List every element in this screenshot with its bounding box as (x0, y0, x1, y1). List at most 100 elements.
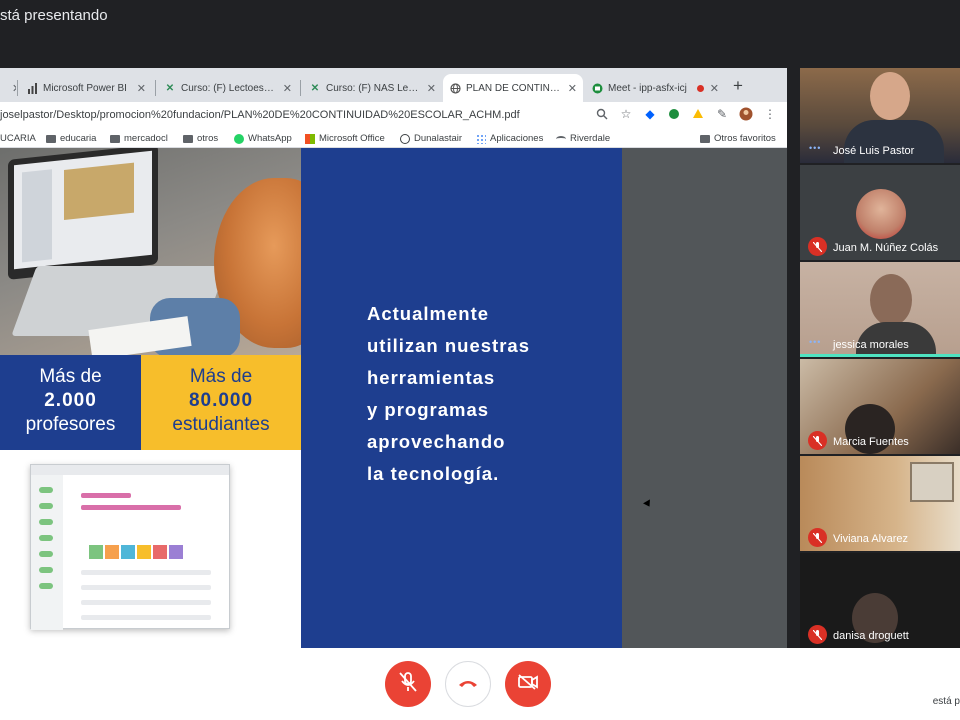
participant-name: José Luis Pastor (833, 145, 915, 157)
pdf-viewer[interactable]: Más de 2.000 profesores Más de 80.000 es… (0, 148, 787, 648)
wifi-icon (556, 135, 566, 142)
participants-panel: ••• José Luis Pastor Juan M. Núñez Colás… (800, 68, 960, 648)
wall-picture (910, 462, 954, 502)
student-laptop-photo (0, 148, 301, 355)
pen-icon[interactable]: ✎ (715, 107, 729, 121)
mic-off-icon (808, 431, 827, 450)
bookmark-label: Aplicaciones (490, 133, 544, 144)
tab-label: Curso: (F) NAS Lengua (326, 82, 421, 94)
participant-name: Viviana Alvarez (833, 533, 909, 545)
close-icon[interactable]: ✕ (568, 82, 577, 95)
tab-power-bi[interactable]: Microsoft Power BI ✕ (20, 74, 152, 102)
platform-sidebar (31, 475, 63, 630)
speaking-indicator-icon: ••• (809, 337, 822, 347)
tab-curso-lectoescritura[interactable]: ✕ Curso: (F) Lectoescritu ✕ (158, 74, 298, 102)
stat-students: Más de 80.000 estudiantes (141, 355, 301, 450)
bookmark-educaria[interactable]: educaria (46, 133, 96, 144)
participant-face (870, 72, 910, 120)
close-icon[interactable]: ✕ (427, 82, 436, 95)
mic-off-icon (808, 237, 827, 256)
tab-label: Meet - ipp-asfx-icj (608, 82, 687, 94)
star-icon[interactable]: ☆ (619, 107, 633, 121)
powerbi-icon (26, 82, 38, 94)
presenter-banner: stá presentando (0, 0, 960, 68)
participant-tile[interactable]: ••• José Luis Pastor (800, 68, 960, 163)
folder-icon (700, 134, 710, 143)
stat-noun: estudiantes (172, 414, 270, 435)
mic-off-icon (399, 671, 417, 697)
bookmark-label: Dunalastair (414, 133, 463, 144)
bookmark-whatsapp[interactable]: WhatsApp (234, 133, 292, 144)
participant-name: danisa droguett (833, 630, 909, 642)
bookmark-mercadocl[interactable]: mercadocl (110, 133, 168, 144)
participant-tile[interactable]: ••• jessica morales (800, 262, 960, 357)
hang-up-button[interactable] (445, 661, 491, 707)
tab-label: Curso: (F) Lectoescritu (181, 82, 277, 94)
toolbar-icons: ☆ ◆ ✎ ⋮ (595, 107, 777, 121)
stat-number: 2.000 (44, 390, 97, 411)
close-icon[interactable]: ✕ (137, 82, 146, 95)
office-icon (305, 133, 315, 144)
bookmark-label: Microsoft Office (319, 133, 385, 144)
presenting-status-text: está p (932, 696, 960, 707)
new-tab-button[interactable]: + (733, 76, 743, 96)
apps-icon (476, 133, 486, 144)
zoom-icon[interactable] (595, 107, 609, 121)
extension-green-icon[interactable] (667, 107, 681, 121)
stat-prefix: Más de (39, 366, 102, 387)
bookmark-ucaria[interactable]: UCARIA (0, 133, 36, 144)
tab-meet[interactable]: Meet - ipp-asfx-icj ✕ (585, 74, 725, 102)
meet-window: stá presentando ✕ Microsoft Power BI ✕ ✕… (0, 0, 960, 720)
tab-partial[interactable]: ✕ (0, 74, 16, 102)
tab-plan-continuidad[interactable]: PLAN DE CONTINUIDA ✕ (443, 74, 583, 102)
hangup-icon (458, 675, 478, 693)
profile-avatar-icon[interactable] (739, 107, 753, 121)
close-icon[interactable]: ✕ (12, 82, 16, 95)
mic-off-icon (808, 625, 827, 644)
participant-face (870, 274, 912, 326)
meet-icon (591, 82, 603, 94)
participant-tile[interactable]: Viviana Alvarez (800, 456, 960, 551)
folder-icon (110, 134, 120, 143)
tab-divider (300, 80, 301, 96)
menu-kebab-icon[interactable]: ⋮ (763, 107, 777, 121)
participant-name: Marcia Fuentes (833, 436, 909, 448)
folder-icon (46, 134, 56, 143)
mic-toggle-button[interactable] (385, 661, 431, 707)
bookmark-label: educaria (60, 133, 97, 144)
speaking-indicator-icon: ••• (809, 143, 822, 153)
participant-tile[interactable]: Marcia Fuentes (800, 359, 960, 454)
bookmark-label: WhatsApp (248, 133, 292, 144)
stat-number: 80.000 (188, 390, 254, 411)
drive-icon[interactable] (691, 107, 705, 121)
camera-off-icon (518, 673, 538, 695)
bookmark-otros[interactable]: otros (183, 133, 218, 144)
bookmark-label: Otros favoritos (714, 133, 776, 144)
globe-icon (449, 82, 461, 94)
participant-tile[interactable]: danisa droguett (800, 553, 960, 648)
shared-screen: ✕ Microsoft Power BI ✕ ✕ Curso: (F) Lect… (0, 68, 787, 648)
participant-name: jessica morales (833, 339, 909, 351)
bookmark-dunalastair[interactable]: Dunalastair (400, 133, 462, 144)
course-sidebar (22, 169, 52, 263)
url-text[interactable]: joselpastor/Desktop/promocion%20fundacio… (0, 109, 520, 121)
address-bar[interactable]: joselpastor/Desktop/promocion%20fundacio… (0, 102, 787, 130)
globe-icon (400, 133, 410, 144)
close-icon[interactable]: ✕ (283, 82, 292, 95)
bookmark-riverdale[interactable]: Riverdale (556, 133, 610, 144)
tab-divider (17, 80, 18, 96)
close-icon[interactable]: ✕ (710, 82, 719, 95)
tab-strip: ✕ Microsoft Power BI ✕ ✕ Curso: (F) Lect… (0, 68, 787, 102)
tab-curso-lengua[interactable]: ✕ Curso: (F) NAS Lengua ✕ (303, 74, 442, 102)
moodle-icon: ✕ (310, 82, 320, 94)
laptop-screen (8, 148, 158, 280)
dropbox-icon[interactable]: ◆ (643, 107, 657, 121)
participant-tile[interactable]: Juan M. Núñez Colás (800, 165, 960, 260)
folder-icon (183, 134, 193, 143)
bookmark-aplicaciones[interactable]: Aplicaciones (476, 133, 543, 144)
bookmark-otros-favoritos[interactable]: Otros favoritos (700, 133, 776, 144)
bookmark-label: mercadocl (124, 133, 168, 144)
camera-toggle-button[interactable] (505, 661, 551, 707)
bookmark-microsoft-office[interactable]: Microsoft Office (305, 133, 385, 144)
pdf-page: Más de 2.000 profesores Más de 80.000 es… (0, 148, 622, 648)
